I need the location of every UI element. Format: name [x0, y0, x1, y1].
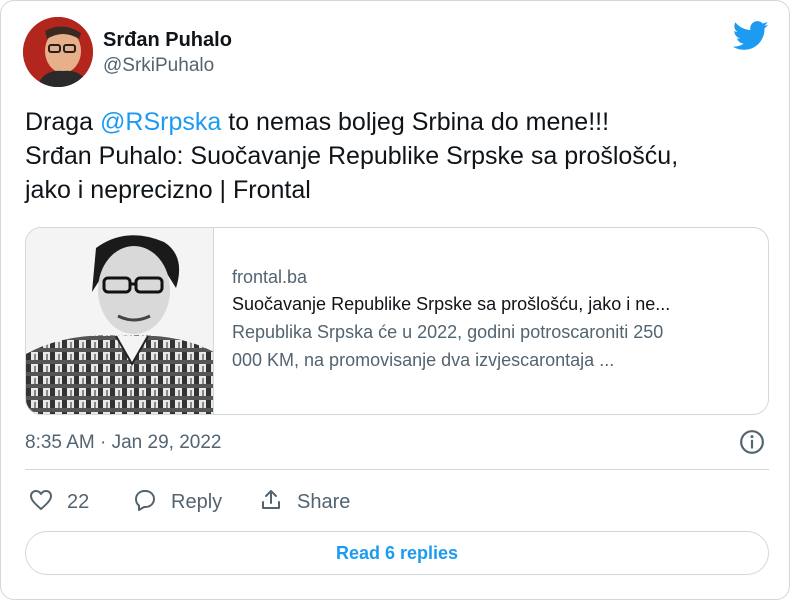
read-replies-button[interactable]: Read 6 replies: [25, 531, 769, 575]
tweet-card: Srđan Puhalo @SrkiPuhalo Draga @RSrpska …: [0, 0, 790, 600]
like-button[interactable]: 22: [29, 485, 89, 519]
author-names: Srđan Puhalo @SrkiPuhalo: [103, 27, 232, 79]
twitter-bird-icon[interactable]: [732, 21, 769, 51]
author-display-name[interactable]: Srđan Puhalo: [103, 27, 232, 53]
reply-button[interactable]: Reply: [133, 485, 222, 519]
mention-link[interactable]: @RSrpska: [100, 108, 221, 136]
action-bar: 22 Reply Share: [25, 485, 525, 519]
tweet-header: Srđan Puhalo @SrkiPuhalo: [23, 17, 769, 91]
heart-icon: [29, 488, 53, 517]
author-handle[interactable]: @SrkiPuhalo: [103, 53, 232, 79]
tweet-text-line2: Srđan Puhalo: Suočavanje Republike Srpsk…: [25, 142, 679, 170]
info-icon[interactable]: [739, 429, 765, 455]
timestamp[interactable]: 8:35 AM · Jan 29, 2022: [25, 432, 221, 453]
link-preview-body: frontal.ba Suočavanje Republike Srpske s…: [232, 264, 752, 374]
link-domain: frontal.ba: [232, 267, 308, 287]
share-icon: [259, 488, 283, 517]
link-preview-card[interactable]: frontal.ba Suočavanje Republike Srpske s…: [25, 227, 769, 415]
reply-label: Reply: [171, 490, 223, 513]
tweet-text-line3: jako i neprecizno | Frontal: [25, 176, 311, 204]
share-label: Share: [297, 490, 351, 513]
tweet-text-prefix: Draga: [25, 108, 101, 136]
link-description-line1: Republika Srpska će u 2022, godini potro…: [232, 322, 664, 342]
link-title: Suočavanje Republike Srpske sa prošlošću…: [232, 294, 671, 314]
reply-icon: [133, 488, 157, 517]
share-button[interactable]: Share: [259, 485, 350, 519]
avatar[interactable]: [23, 17, 93, 87]
tweet-text: Draga @RSrpska to nemas boljeg Srbina do…: [25, 105, 765, 207]
like-count: 22: [67, 490, 90, 513]
tweet-text-suffix: to nemas boljeg Srbina do mene!!!: [221, 108, 610, 136]
link-description-line2: 000 KM, na promovisanje dva izvjescaront…: [232, 350, 615, 370]
divider: [25, 469, 769, 470]
tweet-meta: 8:35 AM · Jan 29, 2022: [25, 429, 769, 459]
tweet-text-line1: Draga @RSrpska to nemas boljeg Srbina do…: [25, 105, 765, 139]
link-thumbnail: [26, 228, 214, 414]
